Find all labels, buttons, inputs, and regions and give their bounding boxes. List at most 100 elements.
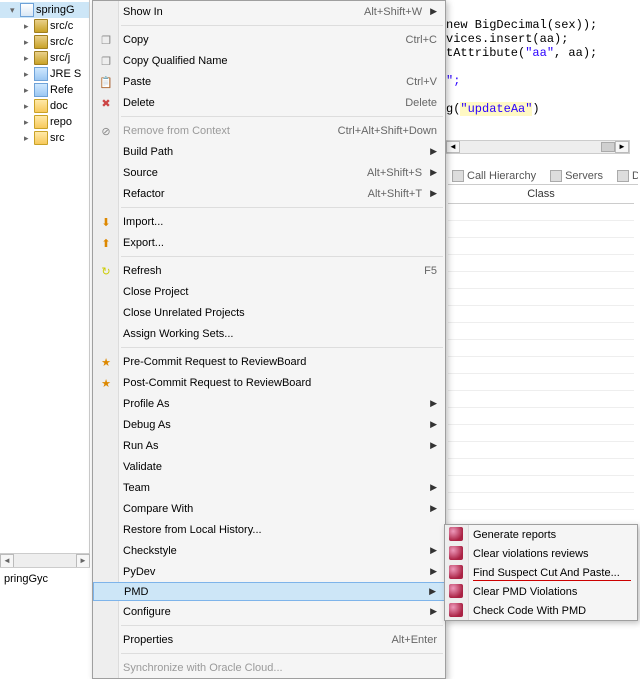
tree-item[interactable]: ▸src — [0, 130, 89, 146]
menu-restore-history[interactable]: Restore from Local History... — [93, 519, 445, 540]
menu-label: Check Code With PMD — [473, 605, 631, 617]
table-row[interactable] — [448, 408, 634, 425]
menu-checkstyle[interactable]: Checkstyle▶ — [93, 540, 445, 561]
code-string: "aa" — [525, 46, 554, 60]
menu-build-path[interactable]: Build Path▶ — [93, 141, 445, 162]
menu-compare-with[interactable]: Compare With▶ — [93, 498, 445, 519]
tree-item[interactable]: ▸doc — [0, 98, 89, 114]
menu-export[interactable]: ⬆Export... — [93, 232, 445, 253]
menu-run-as[interactable]: Run As▶ — [93, 435, 445, 456]
table-row[interactable] — [448, 374, 634, 391]
servers-icon — [550, 170, 562, 182]
submenu-check-code[interactable]: Check Code With PMD — [445, 601, 637, 620]
table-row[interactable] — [448, 459, 634, 476]
submenu-arrow-icon: ▶ — [430, 398, 437, 409]
table-row[interactable] — [448, 442, 634, 459]
accelerator: Alt+Shift+S — [367, 167, 422, 179]
menu-show-in[interactable]: Show InAlt+Shift+W▶ — [93, 1, 445, 22]
menu-label: Assign Working Sets... — [123, 328, 437, 340]
menu-pre-commit[interactable]: ★Pre-Commit Request to ReviewBoard — [93, 351, 445, 372]
table-row[interactable] — [448, 204, 634, 221]
scroll-left-icon[interactable]: ◄ — [446, 141, 460, 153]
folder-icon — [34, 131, 48, 145]
table-row[interactable] — [448, 289, 634, 306]
menu-separator — [121, 625, 443, 626]
expand-icon: ▸ — [24, 133, 34, 143]
table-row[interactable] — [448, 493, 634, 510]
tab-call-hierarchy[interactable]: Call Hierarchy — [448, 168, 540, 184]
table-grid[interactable] — [448, 204, 634, 577]
table-row[interactable] — [448, 340, 634, 357]
menu-configure[interactable]: Configure▶ — [93, 601, 445, 622]
paste-icon: 📋 — [98, 74, 114, 90]
tree-label: src/j — [50, 52, 70, 64]
menu-close-unrelated[interactable]: Close Unrelated Projects — [93, 302, 445, 323]
tree-scrollbar[interactable]: ◄ ► — [0, 553, 90, 567]
project-node[interactable]: ▾ springG — [0, 2, 89, 18]
scrollbar-thumb[interactable] — [601, 142, 615, 152]
table-row[interactable] — [448, 357, 634, 374]
menu-label: PMD — [124, 586, 421, 598]
menu-copy[interactable]: ❐CopyCtrl+C — [93, 29, 445, 50]
menu-team[interactable]: Team▶ — [93, 477, 445, 498]
tree-item[interactable]: ▸src/c — [0, 18, 89, 34]
editor-scrollbar[interactable]: ◄ ► — [445, 140, 630, 154]
menu-post-commit[interactable]: ★Post-Commit Request to ReviewBoard — [93, 372, 445, 393]
project-explorer[interactable]: ▾ springG ▸src/c ▸src/c ▸src/j ▸JRE S ▸R… — [0, 0, 90, 560]
submenu-clear-reviews[interactable]: Clear violations reviews — [445, 544, 637, 563]
class-column-header[interactable]: Class — [448, 186, 634, 204]
menu-label: Remove from Context — [123, 125, 338, 137]
tab-servers[interactable]: Servers — [546, 168, 607, 184]
scroll-right-icon[interactable]: ► — [615, 141, 629, 153]
menu-label: Paste — [123, 76, 406, 88]
tree-item[interactable]: ▸repo — [0, 114, 89, 130]
submenu-generate-reports[interactable]: Generate reports — [445, 525, 637, 544]
menu-import[interactable]: ⬇Import... — [93, 211, 445, 232]
folder-icon — [34, 115, 48, 129]
menu-label: Copy Qualified Name — [123, 55, 437, 67]
menu-assign-ws[interactable]: Assign Working Sets... — [93, 323, 445, 344]
menu-pmd[interactable]: PMD▶ — [93, 582, 445, 601]
table-row[interactable] — [448, 323, 634, 340]
table-row[interactable] — [448, 255, 634, 272]
menu-properties[interactable]: PropertiesAlt+Enter — [93, 629, 445, 650]
table-row[interactable] — [448, 238, 634, 255]
tree-item[interactable]: ▸Refe — [0, 82, 89, 98]
menu-delete[interactable]: ✖DeleteDelete — [93, 92, 445, 113]
menu-refresh[interactable]: ↻RefreshF5 — [93, 260, 445, 281]
menu-validate[interactable]: Validate — [93, 456, 445, 477]
accelerator: Alt+Shift+W — [364, 6, 422, 18]
submenu-arrow-icon: ▶ — [430, 566, 437, 577]
submenu-clear-violations[interactable]: Clear PMD Violations — [445, 582, 637, 601]
code-string: "updateAa" — [460, 102, 532, 116]
bottom-tab[interactable]: pringGyc — [0, 567, 90, 589]
table-row[interactable] — [448, 391, 634, 408]
tree-item[interactable]: ▸JRE S — [0, 66, 89, 82]
scroll-left-icon[interactable]: ◄ — [0, 554, 14, 568]
accelerator: Alt+Enter — [391, 634, 437, 646]
table-row[interactable] — [448, 425, 634, 442]
menu-pydev[interactable]: PyDev▶ — [93, 561, 445, 582]
menu-refactor[interactable]: RefactorAlt+Shift+T▶ — [93, 183, 445, 204]
table-row[interactable] — [448, 221, 634, 238]
menu-source[interactable]: SourceAlt+Shift+S▶ — [93, 162, 445, 183]
menu-debug-as[interactable]: Debug As▶ — [93, 414, 445, 435]
menu-close-project[interactable]: Close Project — [93, 281, 445, 302]
menu-label: Pre-Commit Request to ReviewBoard — [123, 356, 437, 368]
tree-item[interactable]: ▸src/c — [0, 34, 89, 50]
menu-profile-as[interactable]: Profile As▶ — [93, 393, 445, 414]
scroll-right-icon[interactable]: ► — [76, 554, 90, 568]
menu-copy-qualified[interactable]: ❐Copy Qualified Name — [93, 50, 445, 71]
tab-debug[interactable]: Debug — [613, 168, 638, 184]
menu-label: Restore from Local History... — [123, 524, 437, 536]
tree-label: src/c — [50, 20, 73, 32]
table-row[interactable] — [448, 306, 634, 323]
menu-paste[interactable]: 📋PasteCtrl+V — [93, 71, 445, 92]
menu-label: Build Path — [123, 146, 422, 158]
tree-item[interactable]: ▸src/j — [0, 50, 89, 66]
pmd-icon — [449, 584, 463, 598]
accelerator: Delete — [405, 97, 437, 109]
package-icon — [34, 35, 48, 49]
table-row[interactable] — [448, 476, 634, 493]
table-row[interactable] — [448, 272, 634, 289]
